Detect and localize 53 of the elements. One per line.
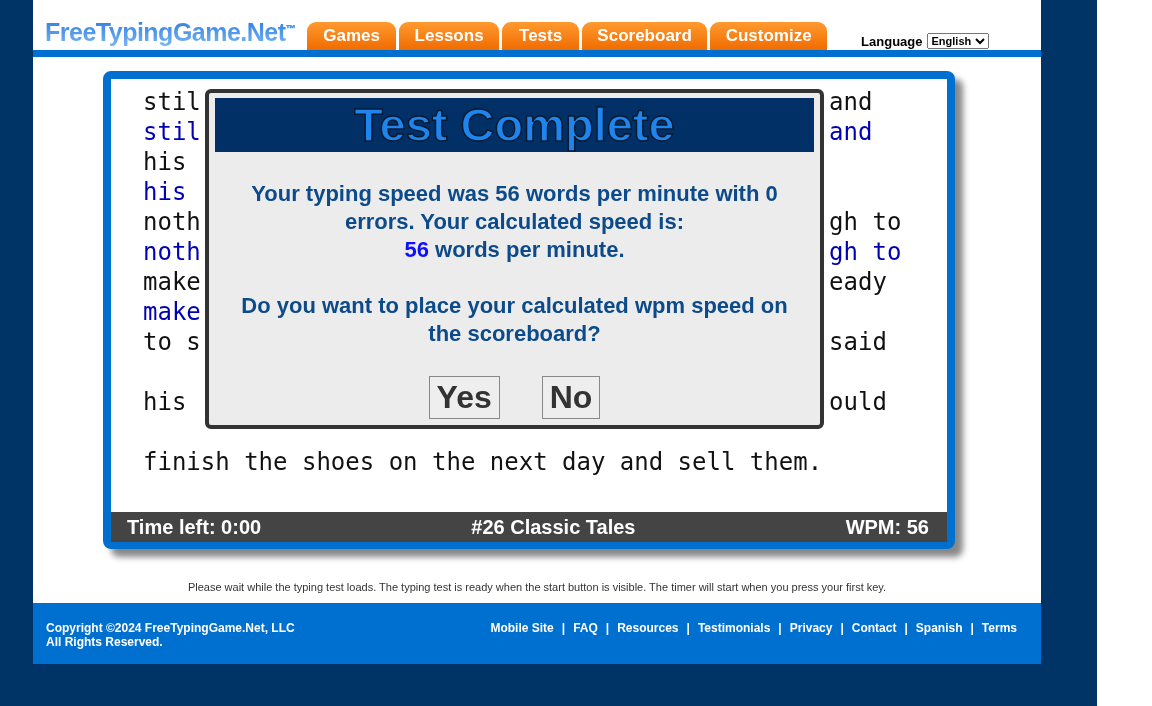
footer-link[interactable]: Terms [981, 621, 1017, 664]
link-separator: | [970, 621, 974, 637]
yes-button[interactable]: Yes [428, 376, 500, 419]
link-separator: | [778, 621, 782, 637]
loading-notice: Please wait while the typing test loads. The typing test is ready when the start button is visible. The timer will start when you press your first key. [186, 581, 888, 595]
passage-text: to s [143, 327, 201, 357]
language-label: Language [861, 33, 923, 49]
passage-text: gh to [829, 207, 903, 237]
footer-link[interactable]: Mobile Site [490, 621, 554, 664]
link-separator: | [605, 621, 610, 637]
typed-text: make [143, 297, 201, 327]
calculated-wpm: 56 [404, 237, 429, 262]
result-message: Your typing speed was 56 words per minute with 0 errors. Your calculated speed is: [250, 180, 779, 236]
footer-link[interactable]: Testimonials [697, 621, 771, 664]
typed-text: and [829, 117, 874, 147]
link-separator: | [904, 621, 908, 637]
rights-text: All Rights Reserved. [46, 635, 164, 649]
time-left: Time left: 0:00 [127, 515, 262, 540]
link-separator: | [686, 621, 690, 637]
typed-text: his [143, 177, 187, 207]
footer-link[interactable]: Spanish [915, 621, 963, 664]
no-button[interactable]: No [541, 376, 601, 419]
footer-link[interactable]: Resources [617, 621, 679, 664]
passage-text: his [143, 387, 187, 417]
passage-text: noth [143, 207, 201, 237]
footer-link[interactable]: Privacy [789, 621, 833, 664]
test-name: #26 Classic Tales [471, 515, 636, 540]
typed-text: noth [143, 237, 201, 267]
footer-link[interactable]: FAQ [573, 621, 598, 664]
passage-text: make [143, 267, 201, 297]
dialog-title: Test Complete [215, 98, 814, 152]
wpm-unit: words per minute. [435, 237, 625, 262]
scoreboard-question: Do you want to place your calculated wpm speed on the scoreboard? [240, 292, 789, 348]
wpm-reading: WPM: 56 [845, 515, 929, 540]
link-separator: | [840, 621, 844, 637]
passage-text: ould [829, 387, 888, 417]
nav-tab[interactable]: Games [307, 22, 397, 50]
typed-text: stil [143, 117, 201, 147]
nav-tab[interactable]: Tests [502, 22, 580, 50]
passage-text: said [829, 327, 888, 357]
passage-text: finish the shoes on the next day and sell them. [143, 447, 823, 477]
typed-text: gh to [829, 237, 903, 267]
passage-text: stil [143, 87, 201, 117]
link-separator: | [561, 621, 566, 637]
nav-tab[interactable]: Scoreboard [582, 22, 708, 50]
passage-text: and [829, 87, 874, 117]
language-select[interactable]: English [926, 33, 989, 49]
footer-link[interactable]: Contact [851, 621, 897, 664]
nav-tab[interactable]: Customize [710, 22, 828, 50]
passage-text: his [143, 147, 187, 177]
copyright-text: Copyright ©2024 FreeTypingGame.Net, LLC [46, 621, 295, 635]
passage-text: eady [829, 267, 888, 297]
nav-tab[interactable]: Lessons [399, 22, 500, 50]
